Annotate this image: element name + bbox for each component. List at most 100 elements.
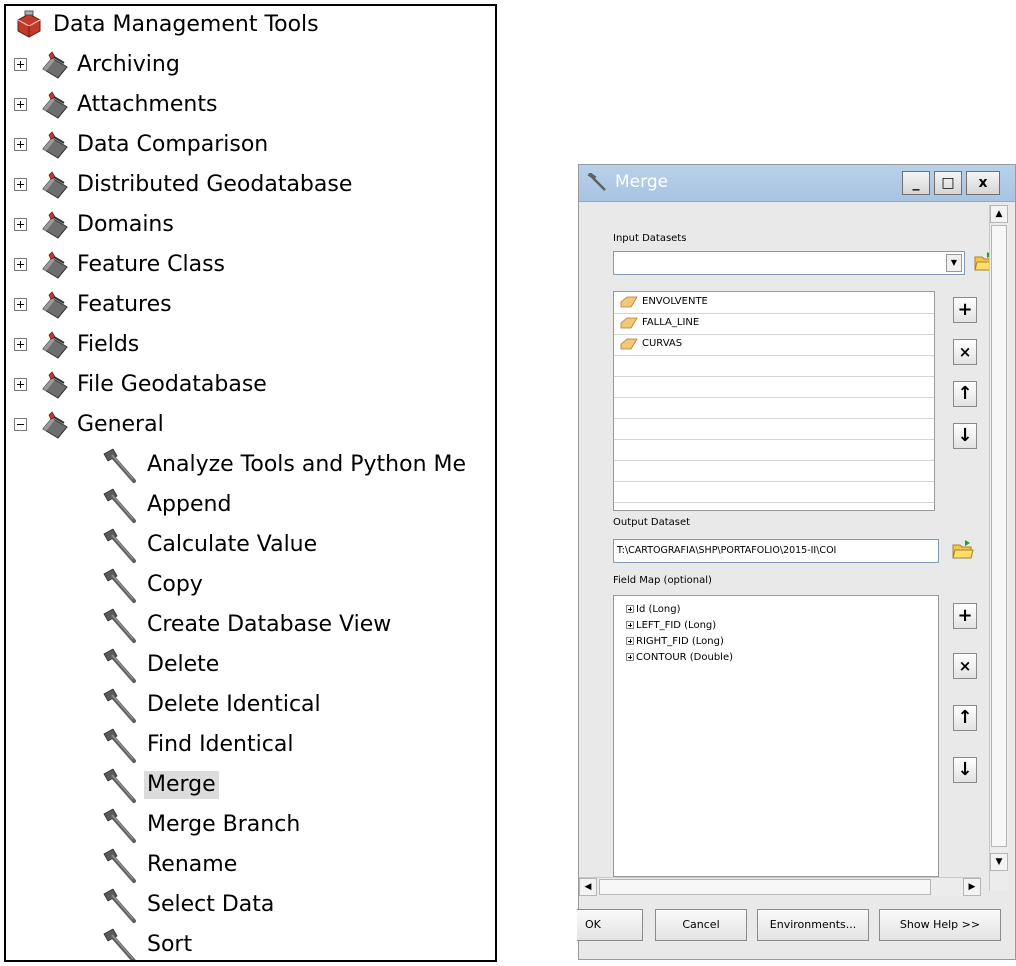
feature-class-icon bbox=[620, 296, 638, 308]
list-gridline bbox=[614, 481, 934, 482]
expand-icon[interactable] bbox=[14, 378, 27, 391]
toolset-label: General bbox=[77, 412, 164, 437]
toolset-label: Feature Class bbox=[77, 252, 226, 277]
show-help-button[interactable]: Show Help >> bbox=[879, 909, 1001, 941]
hammer-icon bbox=[100, 488, 140, 528]
field-down-button[interactable]: ↓ bbox=[953, 757, 977, 783]
tool-label: Merge bbox=[144, 771, 219, 799]
hscroll-thumb[interactable] bbox=[599, 879, 931, 895]
expand-icon[interactable] bbox=[626, 621, 634, 629]
tool-label: Delete bbox=[147, 652, 220, 677]
scroll-left-icon[interactable]: ◀ bbox=[579, 878, 597, 896]
expand-icon[interactable] bbox=[14, 218, 27, 231]
field-up-button[interactable]: ↑ bbox=[953, 705, 977, 731]
expand-icon[interactable] bbox=[14, 138, 27, 151]
toolset-label: Distributed Geodatabase bbox=[77, 172, 353, 197]
list-gridline bbox=[614, 355, 934, 356]
tool-label: Sort bbox=[147, 932, 193, 957]
toolbox-icon bbox=[17, 10, 41, 38]
vertical-scrollbar[interactable]: ▲ ▼ bbox=[989, 205, 1008, 891]
dataset-label: CURVAS bbox=[642, 338, 683, 349]
add-field-button[interactable]: + bbox=[953, 603, 977, 629]
toolset-icon bbox=[40, 89, 70, 123]
hammer-icon bbox=[587, 173, 606, 191]
list-gridline bbox=[614, 376, 934, 377]
tool-label: Create Database View bbox=[147, 612, 392, 637]
tool-label: Merge Branch bbox=[147, 812, 301, 837]
toolset-label: Fields bbox=[77, 332, 140, 357]
dialog-title: Merge bbox=[615, 172, 669, 192]
field-map-label: Field Map (optional) bbox=[613, 575, 712, 586]
close-button[interactable]: x bbox=[966, 171, 1000, 195]
expand-icon[interactable] bbox=[14, 178, 27, 191]
hammer-icon bbox=[100, 928, 140, 960]
list-gridline bbox=[614, 418, 934, 419]
expand-icon[interactable] bbox=[626, 653, 634, 661]
toolbox-tree: Data Management Tools Archiving Attachme… bbox=[4, 4, 497, 962]
hammer-icon bbox=[100, 568, 140, 608]
expand-icon[interactable] bbox=[14, 98, 27, 111]
tool-label: Delete Identical bbox=[147, 692, 321, 717]
add-dataset-button[interactable]: + bbox=[953, 297, 977, 323]
maximize-button[interactable]: □ bbox=[934, 171, 962, 195]
toolset-label: Attachments bbox=[77, 92, 218, 117]
feature-class-icon bbox=[620, 317, 638, 329]
browse-folder-icon[interactable] bbox=[951, 539, 975, 561]
tool-label: Find Identical bbox=[147, 732, 294, 757]
move-up-button[interactable]: ↑ bbox=[953, 381, 977, 407]
hammer-icon bbox=[100, 888, 140, 928]
hammer-icon bbox=[100, 608, 140, 648]
scroll-up-icon[interactable]: ▲ bbox=[990, 205, 1008, 223]
move-down-button[interactable]: ↓ bbox=[953, 423, 977, 449]
expand-icon[interactable] bbox=[626, 605, 634, 613]
output-dataset-field[interactable]: T:\CARTOGRAFIA\SHP\PORTAFOLIO\2015-II\CO… bbox=[613, 539, 939, 563]
cancel-button[interactable]: Cancel bbox=[655, 909, 747, 941]
minimize-button[interactable]: _ bbox=[902, 171, 930, 195]
field-map-item[interactable]: CONTOUR (Double) bbox=[626, 652, 733, 663]
environments-button[interactable]: Environments... bbox=[757, 909, 869, 941]
toolset-icon bbox=[40, 289, 70, 323]
scroll-down-icon[interactable]: ▼ bbox=[990, 853, 1008, 871]
field-label: CONTOUR (Double) bbox=[636, 652, 733, 663]
title-bar[interactable]: Merge _ □ x bbox=[579, 165, 1015, 202]
list-gridline bbox=[614, 502, 934, 503]
toolset-icon bbox=[40, 369, 70, 403]
field-map-item[interactable]: LEFT_FID (Long) bbox=[626, 620, 716, 631]
scroll-thumb[interactable] bbox=[991, 225, 1007, 847]
dropdown-arrow-icon[interactable]: ▼ bbox=[946, 254, 962, 272]
input-datasets-list[interactable]: ENVOLVENTE FALLA_LINE CURVAS bbox=[613, 291, 935, 511]
input-datasets-label: Input Datasets bbox=[613, 233, 687, 244]
remove-dataset-button[interactable]: × bbox=[953, 339, 977, 365]
toolset-label: File Geodatabase bbox=[77, 372, 267, 397]
horizontal-scrollbar[interactable]: ◀ ▶ bbox=[579, 877, 981, 896]
field-map-item[interactable]: RIGHT_FID (Long) bbox=[626, 636, 724, 647]
scroll-right-icon[interactable]: ▶ bbox=[963, 878, 981, 896]
toolset-icon bbox=[40, 209, 70, 243]
field-map-item[interactable]: Id (Long) bbox=[626, 604, 680, 615]
dataset-label: ENVOLVENTE bbox=[642, 296, 708, 307]
toolset-label: Data Comparison bbox=[77, 132, 269, 157]
hammer-icon bbox=[100, 808, 140, 848]
toolset-label: Archiving bbox=[77, 52, 180, 77]
toolset-icon bbox=[40, 169, 70, 203]
input-datasets-combo[interactable]: ▼ bbox=[613, 251, 965, 275]
field-map-tree[interactable]: Id (Long) LEFT_FID (Long) RIGHT_FID (Long)… bbox=[613, 595, 939, 877]
expand-icon[interactable] bbox=[626, 637, 634, 645]
feature-class-icon bbox=[620, 338, 638, 350]
collapse-icon[interactable] bbox=[14, 418, 27, 431]
expand-icon[interactable] bbox=[14, 298, 27, 311]
toolset-icon bbox=[40, 249, 70, 283]
remove-field-button[interactable]: × bbox=[953, 653, 977, 679]
tool-label: Select Data bbox=[147, 892, 275, 917]
field-label: Id (Long) bbox=[636, 604, 681, 615]
toolset-icon bbox=[40, 329, 70, 363]
hammer-icon bbox=[100, 448, 140, 488]
toolset-icon bbox=[40, 49, 70, 83]
hammer-icon bbox=[100, 688, 140, 728]
toolset-label: Domains bbox=[77, 212, 174, 237]
root-label: Data Management Tools bbox=[53, 12, 319, 37]
expand-icon[interactable] bbox=[14, 338, 27, 351]
expand-icon[interactable] bbox=[14, 258, 27, 271]
ok-button[interactable]: OK bbox=[577, 909, 643, 941]
expand-icon[interactable] bbox=[14, 58, 27, 71]
